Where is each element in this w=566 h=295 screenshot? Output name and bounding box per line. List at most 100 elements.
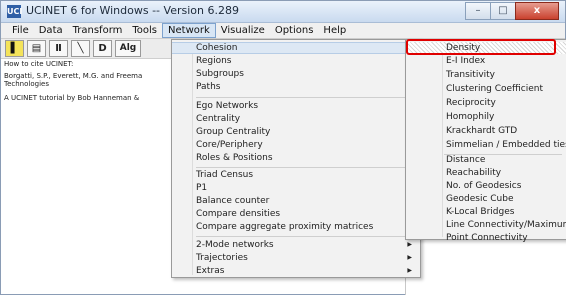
submenu-item-reciprocity[interactable]: Reciprocity [406, 97, 566, 109]
menu-bar: File Data Transform Tools Network Visual… [1, 23, 565, 39]
spreadsheet-icon[interactable]: ▌ [5, 40, 24, 57]
menu-item-label: Ego Networks [196, 101, 259, 111]
submenu-arrow-icon: ▶ [407, 267, 412, 274]
toolbar: ▌ ▤ Ⅱ ╲ D Alg [1, 39, 171, 59]
menu-item-label: Compare aggregate proximity matrices [196, 222, 374, 232]
menu-item-group-centrality[interactable]: Group Centrality▶ [172, 126, 420, 138]
blank-pane [405, 240, 566, 295]
title-bar: UCI UCINET 6 for Windows -- Version 6.28… [1, 1, 565, 23]
menu-network[interactable]: Network [162, 23, 216, 38]
menu-item-label: No. of Geodesics [446, 181, 522, 191]
menu-item-label: Compare densities [196, 209, 281, 219]
menu-item-label: Triad Census [196, 170, 254, 180]
menu-item-label: Core/Periphery [196, 140, 263, 150]
menu-item-label: K-Local Bridges [446, 207, 515, 217]
menu-help[interactable]: Help [318, 23, 351, 38]
chart-icon[interactable]: Ⅱ [49, 40, 68, 57]
menu-item-label: Roles & Positions [196, 153, 273, 163]
submenu-item-distance[interactable]: Distance [406, 154, 566, 166]
menu-item-extras[interactable]: Extras ▶ [172, 265, 420, 277]
cite-heading: How to cite UCINET: [4, 60, 74, 68]
menu-separator [196, 236, 416, 237]
menu-item-label: Group Centrality [196, 127, 271, 137]
menu-item-ego-networks[interactable]: Ego Networks▶ [172, 100, 420, 112]
menu-item-label: Reachability [446, 168, 502, 178]
menu-item-roles-positions[interactable]: Roles & Positions▶ [172, 152, 420, 164]
submenu-item-clustering-coefficient[interactable]: Clustering Coefficient [406, 83, 566, 95]
menu-item-paths[interactable]: Paths▶ [172, 81, 420, 93]
submenu-item-no-of-geodesics[interactable]: No. of Geodesics [406, 180, 566, 192]
menu-data[interactable]: Data [34, 23, 68, 38]
submenu-item-homophily[interactable]: Homophily [406, 111, 566, 123]
ucinet-app-icon: UCI [7, 5, 23, 18]
menu-file[interactable]: File [7, 23, 34, 38]
window-controls: – □ x [465, 2, 559, 20]
window-title: UCINET 6 for Windows -- Version 6.289 [26, 4, 239, 17]
menu-item-label: Cohesion [196, 43, 238, 53]
minimize-button[interactable]: – [465, 2, 491, 20]
menu-item-label: Balance counter [196, 196, 270, 206]
menu-item-label: Krackhardt GTD [446, 126, 518, 136]
menu-item-label: Transitivity [446, 70, 495, 80]
menu-item-regions[interactable]: Regions▶ [172, 55, 420, 67]
menu-item-label: Reciprocity [446, 98, 496, 108]
menu-item-label: P1 [196, 183, 208, 193]
menu-options[interactable]: Options [270, 23, 319, 38]
menu-item-compare-aggregate-proximity[interactable]: Compare aggregate proximity matrices▶ [172, 221, 420, 233]
submenu-item-ei-index[interactable]: E-I Index [406, 55, 566, 67]
menu-separator [196, 167, 416, 168]
menu-tools[interactable]: Tools [127, 23, 162, 38]
submenu-item-geodesic-cube[interactable]: Geodesic Cube [406, 193, 566, 205]
menu-item-label: Geodesic Cube [446, 194, 514, 204]
menu-item-label: Distance [446, 155, 486, 165]
maximize-button[interactable]: □ [490, 2, 516, 20]
submenu-item-k-local-bridges[interactable]: K-Local Bridges [406, 206, 566, 218]
matrix-editor-icon[interactable]: ▤ [27, 40, 46, 57]
menu-item-label: Clustering Coefficient [446, 84, 543, 94]
cohesion-submenu: Density E-I Index Transitivity Clusterin… [405, 39, 566, 243]
menu-item-label: Trajectories [196, 253, 248, 263]
tutorial-link[interactable]: A UCINET tutorial by Bob Hanneman & [4, 94, 171, 102]
submenu-item-transitivity[interactable]: Transitivity [406, 69, 566, 81]
submenu-item-line-connectivity[interactable]: Line Connectivity/Maximum flow [406, 219, 566, 231]
main-text-area: How to cite UCINET: Borgatti, S.P., Ever… [1, 59, 171, 295]
citation-text-cont: Technologies [4, 80, 49, 88]
menu-item-p1[interactable]: P1 [172, 182, 420, 194]
menu-item-triad-census[interactable]: Triad Census [172, 169, 420, 181]
menu-item-label: Regions [196, 56, 232, 66]
submenu-item-reachability[interactable]: Reachability [406, 167, 566, 179]
menu-item-centrality[interactable]: Centrality▶ [172, 113, 420, 125]
ucinet-window: UCI UCINET 6 for Windows -- Version 6.28… [0, 0, 566, 295]
network-menu: Cohesion▶ Regions▶ Subgroups▶ Paths▶ Ego… [171, 39, 421, 278]
submenu-arrow-icon: ▶ [407, 254, 412, 261]
submenu-item-simmelian-embedded-ties[interactable]: Simmelian / Embedded ties [406, 139, 566, 151]
menu-item-label: Simmelian / Embedded ties [446, 140, 566, 150]
menu-visualize[interactable]: Visualize [216, 23, 270, 38]
line-icon[interactable]: ╲ [71, 40, 90, 57]
submenu-item-krackhardt-gtd[interactable]: Krackhardt GTD [406, 125, 566, 137]
menu-item-label: E-I Index [446, 56, 486, 66]
menu-item-subgroups[interactable]: Subgroups▶ [172, 68, 420, 80]
menu-item-balance-counter[interactable]: Balance counter [172, 195, 420, 207]
menu-item-label: Line Connectivity/Maximum flow [446, 220, 566, 230]
menu-transform[interactable]: Transform [68, 23, 128, 38]
menu-item-label: Point Connectivity [446, 233, 528, 243]
menu-separator [196, 97, 416, 98]
menu-item-label: 2-Mode networks [196, 240, 274, 250]
menu-item-2-mode-networks[interactable]: 2-Mode networks ▶ [172, 239, 420, 251]
draw-icon[interactable]: D [93, 40, 112, 57]
menu-item-trajectories[interactable]: Trajectories ▶ [172, 252, 420, 264]
menu-item-label: Homophily [446, 112, 495, 122]
menu-item-cohesion[interactable]: Cohesion▶ [172, 42, 420, 54]
menu-item-label: Extras [196, 266, 225, 276]
close-button[interactable]: x [515, 2, 559, 20]
menu-item-label: Paths [196, 82, 221, 92]
menu-item-core-periphery[interactable]: Core/Periphery▶ [172, 139, 420, 151]
density-highlight-box [406, 39, 556, 55]
menu-item-label: Centrality [196, 114, 241, 124]
menu-item-label: Subgroups [196, 69, 244, 79]
submenu-item-point-connectivity[interactable]: Point Connectivity [406, 232, 566, 244]
menu-item-compare-densities[interactable]: Compare densities▶ [172, 208, 420, 220]
citation-text[interactable]: Borgatti, S.P., Everett, M.G. and Freema [4, 72, 171, 80]
algorithm-icon[interactable]: Alg [115, 40, 141, 57]
